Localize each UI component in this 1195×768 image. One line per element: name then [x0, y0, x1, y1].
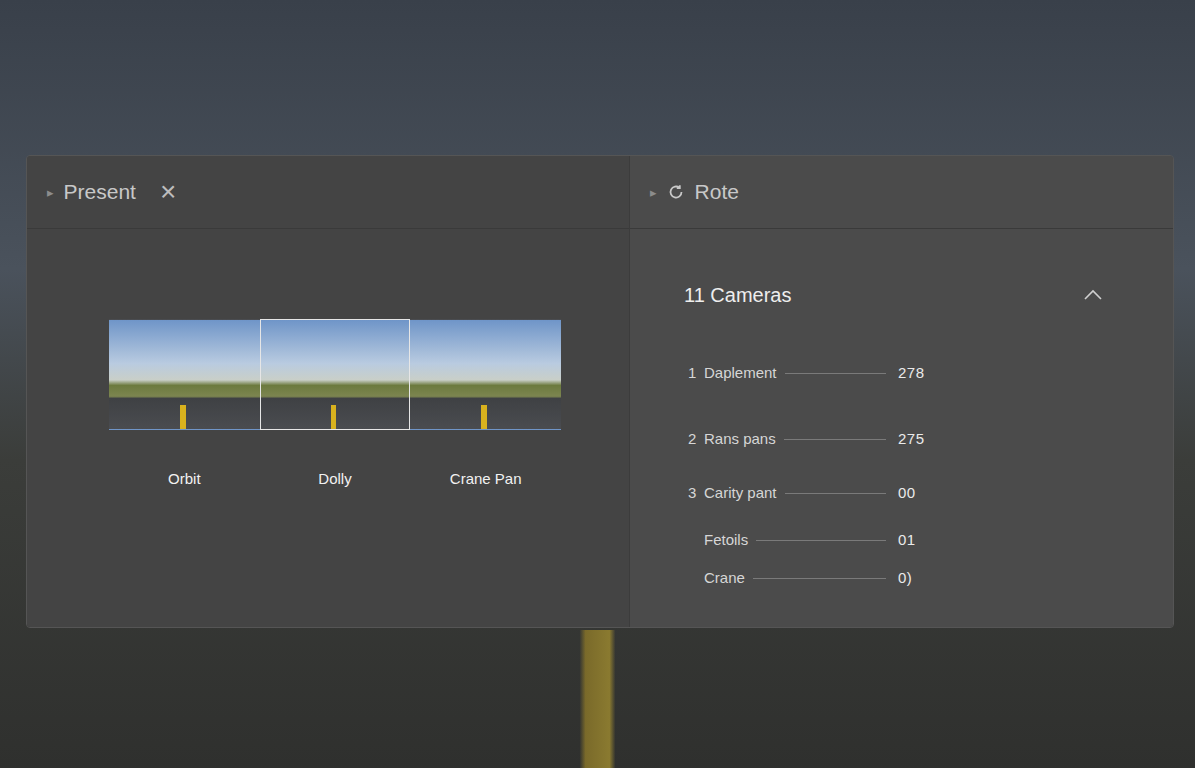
row-line: [785, 373, 886, 374]
panel-title: Rote: [695, 180, 739, 204]
cameras-section: 11 Cameras 1 Daplement 278 2 Rans pans 275 3 Car…: [630, 229, 1173, 599]
panel-header[interactable]: ▸ Rote: [630, 156, 1173, 229]
route-panel: ▸ Rote 11 Cameras 1 Daplement 278 2 Rans pans 27…: [629, 156, 1173, 627]
expander[interactable]: ▸: [650, 185, 657, 200]
row-line: [784, 439, 886, 440]
rotate-icon: [667, 183, 685, 201]
row-index: 3: [688, 484, 696, 501]
row-line: [785, 493, 886, 494]
camera-row[interactable]: 2 Rans pans 275: [688, 430, 928, 484]
panel-header[interactable]: ▸ Present ×: [27, 156, 629, 229]
preset-thumbnail[interactable]: [109, 319, 260, 430]
row-label: Daplement: [704, 364, 777, 381]
row-value: 0): [898, 569, 928, 586]
row-value: 278: [898, 364, 928, 381]
row-label: Crane: [704, 569, 745, 586]
preset[interactable]: Orbit: [109, 319, 260, 487]
preset-area: Orbit Dolly Crane Pan: [27, 229, 629, 487]
row-label: Carity pant: [704, 484, 777, 501]
expander[interactable]: ▸: [47, 185, 54, 200]
camera-row[interactable]: 3 Carity pant 00: [688, 484, 928, 531]
preset-strip: Orbit Dolly Crane Pan: [109, 319, 561, 487]
row-value: 01: [898, 531, 928, 548]
camera-panel: ▸ Present × Orbit Dolly Crane Pan ▸ Rote 11 Came…: [26, 155, 1174, 628]
row-index: 2: [688, 430, 696, 447]
panel-title: Present: [64, 180, 136, 204]
row-line: [753, 578, 886, 579]
row-index: 1: [688, 364, 696, 381]
camera-row[interactable]: Crane 0): [688, 569, 928, 599]
camera-row[interactable]: 1 Daplement 278: [688, 364, 928, 430]
row-label: Rans pans: [704, 430, 776, 447]
row-label: Fetoils: [704, 531, 748, 548]
chevron-up-icon[interactable]: [1083, 289, 1103, 301]
preset-panel: ▸ Present × Orbit Dolly Crane Pan: [27, 156, 629, 627]
preset-thumbnail[interactable]: [410, 319, 561, 430]
camera-list: 1 Daplement 278 2 Rans pans 275 3 Carity pant 00…: [688, 364, 928, 599]
preset-label: Dolly: [318, 470, 351, 487]
camera-row[interactable]: Fetoils 01: [688, 531, 928, 569]
preset[interactable]: Crane Pan: [410, 319, 561, 487]
page: ▸ Present × Orbit Dolly Crane Pan ▸ Rote 11 Came…: [0, 0, 1195, 768]
row-value: 00: [898, 484, 928, 501]
preset-label: Crane Pan: [450, 470, 522, 487]
preset-label: Orbit: [168, 470, 201, 487]
row-value: 275: [898, 430, 928, 447]
preset[interactable]: Dolly: [260, 319, 411, 487]
close-button[interactable]: ×: [160, 178, 176, 206]
row-line: [756, 540, 886, 541]
section-title: 11 Cameras: [684, 284, 791, 307]
section-header[interactable]: 11 Cameras: [684, 281, 1103, 309]
preset-thumbnail[interactable]: [260, 319, 411, 430]
